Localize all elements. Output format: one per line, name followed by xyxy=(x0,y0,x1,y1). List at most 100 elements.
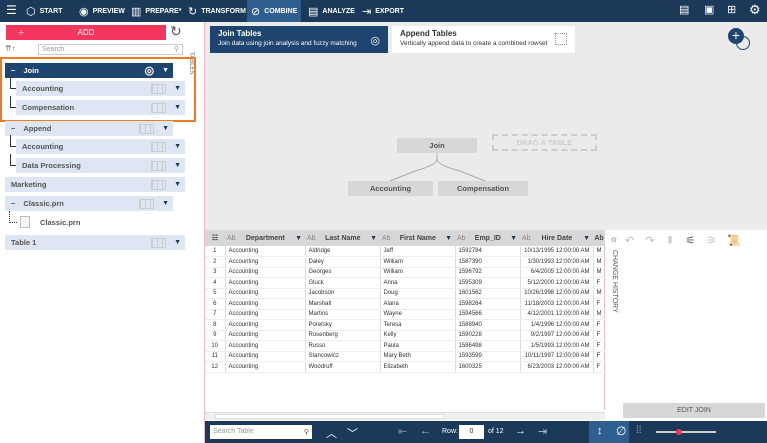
table-cell[interactable]: M xyxy=(593,246,606,257)
table-cell[interactable]: Accounting xyxy=(225,246,306,257)
table-cell[interactable]: 1592784 xyxy=(455,246,521,257)
pin-icon[interactable]: ⊙ xyxy=(611,236,617,244)
chevron-down-icon[interactable]: ▼ xyxy=(162,200,169,207)
table-row[interactable]: 11 Accounting Stancowicz Mary Beth 1593599 10… xyxy=(205,351,606,362)
table-row[interactable]: 7 Accounting Martins Wayne 1594566 4/12/2001 … xyxy=(205,309,606,320)
table-cell[interactable]: Accounting xyxy=(225,288,306,299)
right-table-node[interactable]: Compensation xyxy=(438,181,528,196)
column-header[interactable]: Ab First Name ▼ xyxy=(380,230,455,246)
table-cell[interactable]: Accounting xyxy=(225,351,306,362)
table-cell[interactable]: 1600325 xyxy=(455,361,521,373)
left-table-node[interactable]: Accounting xyxy=(348,181,433,196)
chevron-down-icon[interactable]: ▼ xyxy=(510,235,517,242)
column-header[interactable]: Ab Emp_ID ▼ xyxy=(455,230,520,246)
table-cell[interactable]: Accounting xyxy=(225,309,306,320)
table-cell[interactable]: F xyxy=(593,361,606,373)
table-cell[interactable]: 6/23/2003 12:00:00 AM xyxy=(520,361,594,373)
table-cell[interactable]: 1586498 xyxy=(455,340,521,352)
table-cell[interactable]: 10/13/1995 12:00:00 AM xyxy=(520,246,594,257)
prev-row-icon[interactable]: ← xyxy=(420,425,431,437)
redo-icon[interactable]: ↷ xyxy=(645,234,654,247)
nav-prepare[interactable]: ▥ PREPARE* xyxy=(127,0,185,22)
column-header[interactable]: Ab Hire Date ▼ xyxy=(520,230,593,246)
notes-icon[interactable]: ▤ xyxy=(679,3,689,16)
table-cell[interactable]: Aldridge xyxy=(305,246,381,257)
table-cell[interactable]: Teresa xyxy=(380,319,456,331)
table-cell[interactable]: Jacobson xyxy=(305,288,381,299)
table-cell[interactable]: Elizabeth xyxy=(380,361,456,373)
chevron-down-icon[interactable]: ▼ xyxy=(174,85,181,92)
append-tables-tab[interactable]: Append Tables Vertically append data to … xyxy=(392,26,575,53)
table-cell[interactable]: M xyxy=(593,309,606,320)
nav-preview[interactable]: ◉ PREVIEW xyxy=(75,0,129,22)
table-cell[interactable]: 12 xyxy=(205,361,226,373)
table-cell[interactable]: Accounting xyxy=(225,256,306,268)
table-cell[interactable]: 1/5/1993 12:00:00 AM xyxy=(520,340,594,352)
split-icon[interactable]: ⁞⁞ xyxy=(636,425,642,436)
table-cell[interactable]: Kelly xyxy=(380,330,456,341)
table-cell[interactable]: 4 xyxy=(205,277,226,289)
table-cell[interactable]: 1590228 xyxy=(455,330,521,341)
table-row[interactable]: 4 Accounting Gluck Anna 1595309 5/12/2000 12:… xyxy=(205,277,606,289)
table-cell[interactable]: Daley xyxy=(305,256,381,268)
clear-steps-icon[interactable]: ⚞ xyxy=(707,234,717,247)
search-table-input[interactable]: Search Table ⚲ xyxy=(210,425,312,439)
sort-icon[interactable]: ⇈↑ xyxy=(5,44,16,53)
first-row-icon[interactable]: ⇤ xyxy=(398,425,407,438)
column-header[interactable]: Ab Department ▼ xyxy=(225,230,305,246)
table-cell[interactable]: Wayne xyxy=(380,309,456,320)
tree-item[interactable]: Marketing ▼ xyxy=(5,177,185,192)
table-cell[interactable]: Rosenberg xyxy=(305,330,381,341)
table-cell[interactable]: F xyxy=(593,277,606,289)
table-cell[interactable]: Woodruff xyxy=(305,361,381,373)
change-history-label[interactable]: CHANGE HISTORY xyxy=(611,250,618,313)
table-cell[interactable]: Georges xyxy=(305,267,381,278)
table-cell[interactable]: Jeff xyxy=(380,246,456,257)
zoom-slider-thumb[interactable] xyxy=(676,429,682,435)
table-cell[interactable]: Doug xyxy=(380,288,456,299)
column-header[interactable]: Ab Last Name ▼ xyxy=(305,230,380,246)
collapse-icon[interactable]: − xyxy=(11,124,15,133)
table-cell[interactable]: Stancowicz xyxy=(305,351,381,362)
table-cell[interactable]: Poretsky xyxy=(305,319,381,331)
row-height-icon[interactable]: ↕ xyxy=(597,425,603,437)
chevron-down-icon[interactable]: ▼ xyxy=(445,235,452,242)
refresh-icon[interactable]: ↻ xyxy=(170,23,182,40)
table-cell[interactable]: Alana xyxy=(380,298,456,310)
table-cell[interactable]: 9/2/1997 12:00:00 AM xyxy=(520,330,594,341)
chevron-down-icon[interactable]: ▼ xyxy=(583,235,590,242)
table-row[interactable]: 1 Accounting Aldridge Jeff 1592784 10/13/1995… xyxy=(205,246,606,257)
search-input[interactable]: Search ⚲ xyxy=(38,44,183,55)
table-cell[interactable]: Accounting xyxy=(225,319,306,331)
table-cell[interactable]: 7 xyxy=(205,309,226,320)
tree-item[interactable]: Table 1 ▼ xyxy=(5,235,185,250)
table-cell[interactable]: Russo xyxy=(305,340,381,352)
tree-item[interactable]: − Append ▼ xyxy=(5,121,173,136)
table-cell[interactable]: 11/18/2003 12:00:00 AM xyxy=(520,298,594,310)
table-cell[interactable]: 5 xyxy=(205,288,226,299)
table-cell[interactable]: F xyxy=(593,298,606,310)
table-cell[interactable]: Gluck xyxy=(305,277,381,289)
next-match-icon[interactable]: ﹀ xyxy=(347,425,358,441)
table-cell[interactable]: 10/11/1997 12:00:00 AM xyxy=(520,351,594,362)
tree-item[interactable]: Accounting ▼ xyxy=(16,139,185,154)
next-row-icon[interactable]: → xyxy=(515,425,526,437)
chevron-down-icon[interactable]: ▼ xyxy=(174,104,181,111)
gear-icon[interactable]: ⚙ xyxy=(749,2,761,18)
join-node[interactable]: Join xyxy=(397,138,477,153)
table-cell[interactable]: Accounting xyxy=(225,340,306,352)
table-cell[interactable]: William xyxy=(380,256,456,268)
chevron-down-icon[interactable]: ▼ xyxy=(162,67,169,74)
table-cell[interactable]: 1594566 xyxy=(455,309,521,320)
chevron-down-icon[interactable]: ▼ xyxy=(162,125,169,132)
help-book-icon[interactable]: ⊞ xyxy=(727,3,736,16)
table-cell[interactable]: M xyxy=(593,256,606,268)
table-cell[interactable]: M xyxy=(593,288,606,299)
table-cell[interactable]: 3 xyxy=(205,267,226,278)
table-cell[interactable]: 1598264 xyxy=(455,298,521,310)
table-row[interactable]: 6 Accounting Marshall Alana 1598264 11/18/200… xyxy=(205,298,606,310)
nav-start[interactable]: ⬡ START xyxy=(22,0,66,22)
join-tables-tab[interactable]: Join Tables Join data using join analysi… xyxy=(210,26,388,53)
table-cell[interactable]: F xyxy=(593,340,606,352)
table-cell[interactable]: 9 xyxy=(205,330,226,341)
